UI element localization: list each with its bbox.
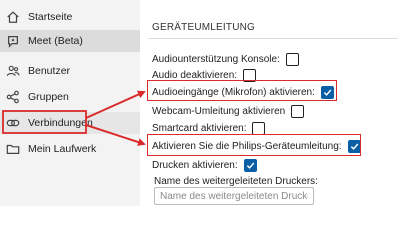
printer-name-label: Name des weitergeleiteten Druckers: xyxy=(154,176,318,187)
share-nodes-icon xyxy=(6,90,20,104)
sidebar-item-mein-laufwerk[interactable]: Mein Laufwerk xyxy=(0,138,140,160)
option-webcam: Webcam-Umleitung aktivieren xyxy=(152,103,305,119)
checkmark-icon xyxy=(350,143,358,150)
checkbox-smartcard[interactable] xyxy=(252,121,266,135)
sidebar-item-verbindungen[interactable]: Verbindungen xyxy=(0,112,140,134)
checkbox-console-audio[interactable] xyxy=(285,52,299,66)
option-label: Audioeingänge (Mikrofon) aktivieren: xyxy=(152,86,315,98)
option-label: Audio deaktivieren: xyxy=(152,69,238,81)
checkbox-printing[interactable] xyxy=(243,158,257,172)
option-printing: Drucken aktivieren: xyxy=(152,157,257,173)
sidebar-item-label: Startseite xyxy=(28,11,73,23)
sidebar-item-label: Gruppen xyxy=(28,91,69,103)
sidebar-item-meet[interactable]: Meet (Beta) xyxy=(0,30,140,52)
option-label: Webcam-Umleitung aktivieren xyxy=(152,105,286,117)
device-redirection-panel: GERÄTEUMLEITUNG Audiounterstützung Konso… xyxy=(140,0,400,206)
sidebar: Startseite Meet (Beta) Benutzer Gruppen … xyxy=(0,0,140,206)
checkmark-icon xyxy=(246,162,254,169)
option-label: Aktivieren Sie die Philips-Geräteumleitu… xyxy=(152,140,342,152)
checkbox-microphone[interactable] xyxy=(320,85,334,99)
link-icon xyxy=(6,116,20,130)
option-label: Smartcard aktivieren: xyxy=(152,122,247,134)
option-console-audio: Audiounterstützung Konsole: xyxy=(152,51,299,67)
home-icon xyxy=(6,10,20,24)
divider xyxy=(148,38,398,39)
checkbox-philips[interactable] xyxy=(347,139,361,153)
sidebar-item-startseite[interactable]: Startseite xyxy=(0,6,140,28)
chat-bubble-icon xyxy=(6,34,20,48)
option-microphone: Audioeingänge (Mikrofon) aktivieren: xyxy=(152,84,334,100)
users-icon xyxy=(6,64,20,78)
sidebar-item-benutzer[interactable]: Benutzer xyxy=(0,60,140,82)
sidebar-item-label: Meet (Beta) xyxy=(28,35,83,47)
checkbox-webcam[interactable] xyxy=(291,104,305,118)
sidebar-item-label: Mein Laufwerk xyxy=(28,143,97,155)
option-label: Drucken aktivieren: xyxy=(152,159,238,171)
option-label: Audiounterstützung Konsole: xyxy=(152,53,280,65)
checkbox-disable-audio[interactable] xyxy=(243,68,257,82)
folder-icon xyxy=(6,142,20,156)
checkmark-icon xyxy=(323,89,332,96)
option-disable-audio: Audio deaktivieren: xyxy=(152,67,257,83)
section-title: GERÄTEUMLEITUNG xyxy=(152,22,256,33)
option-philips: Aktivieren Sie die Philips-Geräteumleitu… xyxy=(152,138,361,154)
option-smartcard: Smartcard aktivieren: xyxy=(152,120,266,136)
sidebar-item-gruppen[interactable]: Gruppen xyxy=(0,86,140,108)
sidebar-item-label: Verbindungen xyxy=(28,117,93,129)
sidebar-item-label: Benutzer xyxy=(28,65,71,77)
printer-name-input[interactable] xyxy=(154,187,314,205)
